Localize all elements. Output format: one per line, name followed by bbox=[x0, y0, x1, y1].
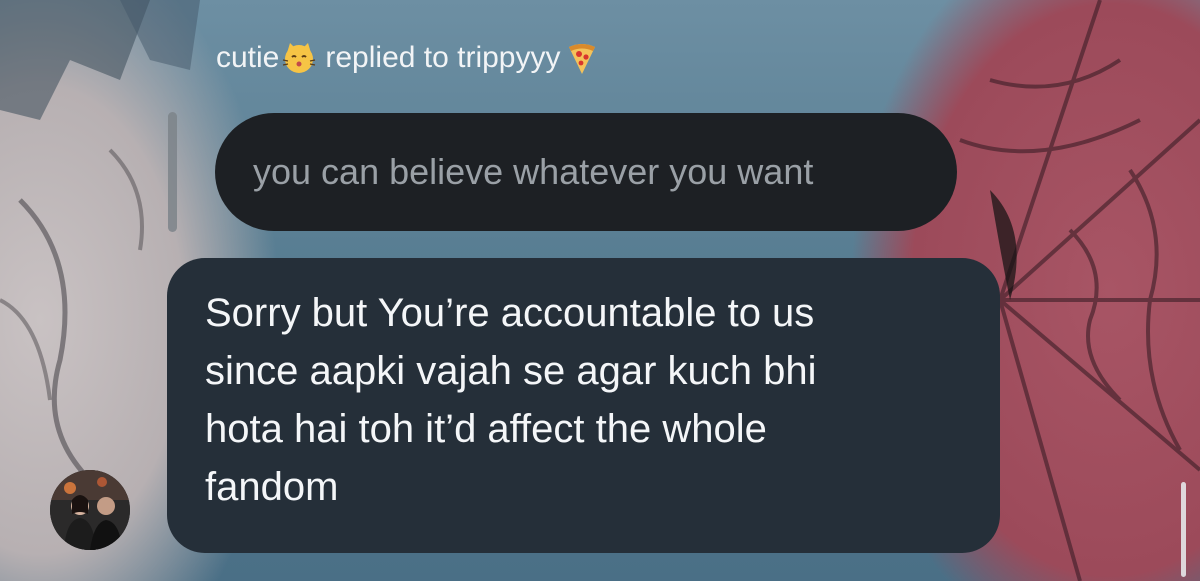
scrollbar[interactable] bbox=[1181, 482, 1186, 577]
quoted-message-text: you can believe whatever you want bbox=[253, 151, 814, 192]
reply-header: cutie replied to trippyyy bbox=[216, 40, 608, 76]
profile-photo-icon bbox=[50, 470, 130, 550]
sender-name[interactable]: cutie bbox=[216, 41, 279, 75]
reply-quote-indicator bbox=[168, 112, 177, 232]
pizza-emoji-icon bbox=[564, 40, 600, 76]
message-line: fandom bbox=[205, 465, 339, 509]
reply-action-text: replied to trippyyy bbox=[325, 41, 561, 74]
avatar[interactable] bbox=[50, 470, 130, 550]
message-line: hota hai toh it’d affect the whole bbox=[205, 407, 767, 451]
kissing-cat-emoji-icon bbox=[281, 40, 317, 76]
quoted-message-bubble[interactable]: you can believe whatever you want bbox=[215, 113, 957, 231]
message-line: since aapki vajah se agar kuch bhi bbox=[205, 349, 817, 393]
message-bubble[interactable]: Sorry but You’re accountable to us since… bbox=[167, 258, 1000, 553]
message-line: Sorry but You’re accountable to us bbox=[205, 291, 815, 335]
